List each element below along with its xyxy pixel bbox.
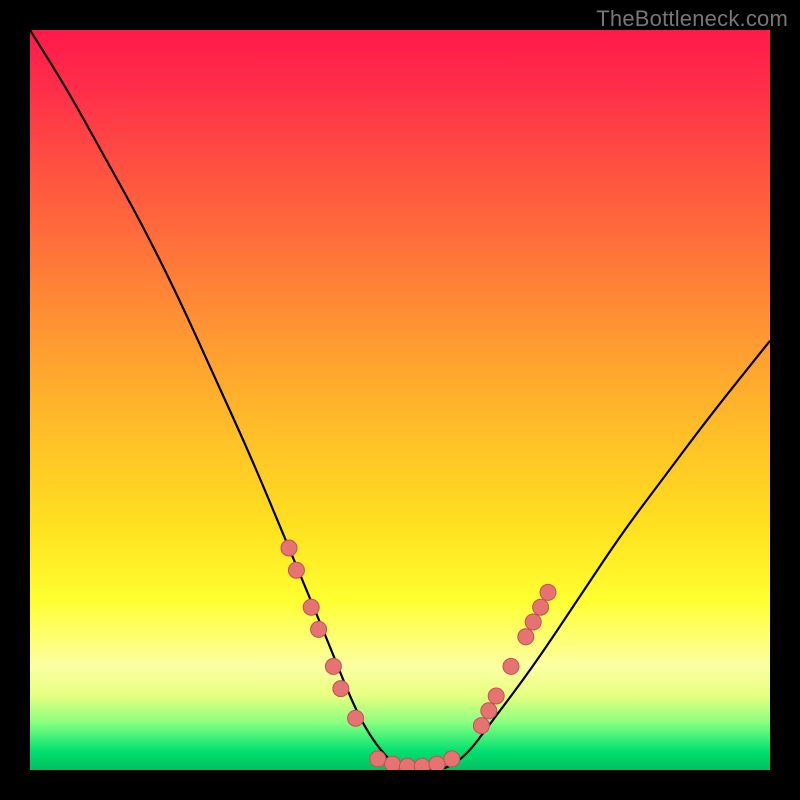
data-point [399,758,415,770]
data-point [518,629,534,645]
curve-layer [30,30,770,770]
data-point [533,599,549,615]
data-point [414,758,430,770]
data-point [488,688,504,704]
data-point [288,562,304,578]
data-point [348,710,364,726]
chart-svg [30,30,770,770]
data-point [540,584,556,600]
data-point [473,718,489,734]
watermark-text: TheBottleneck.com [596,6,788,32]
data-point [385,756,401,770]
data-point [525,614,541,630]
data-point [503,658,519,674]
bottleneck-curve [30,30,770,770]
plot-area [30,30,770,770]
data-point [429,756,445,770]
data-point [370,751,386,767]
marker-layer [281,540,556,770]
chart-container: TheBottleneck.com [0,0,800,800]
data-point [311,621,327,637]
data-point [325,658,341,674]
data-point [444,751,460,767]
data-point [303,599,319,615]
data-point [481,703,497,719]
data-point [281,540,297,556]
data-point [333,681,349,697]
